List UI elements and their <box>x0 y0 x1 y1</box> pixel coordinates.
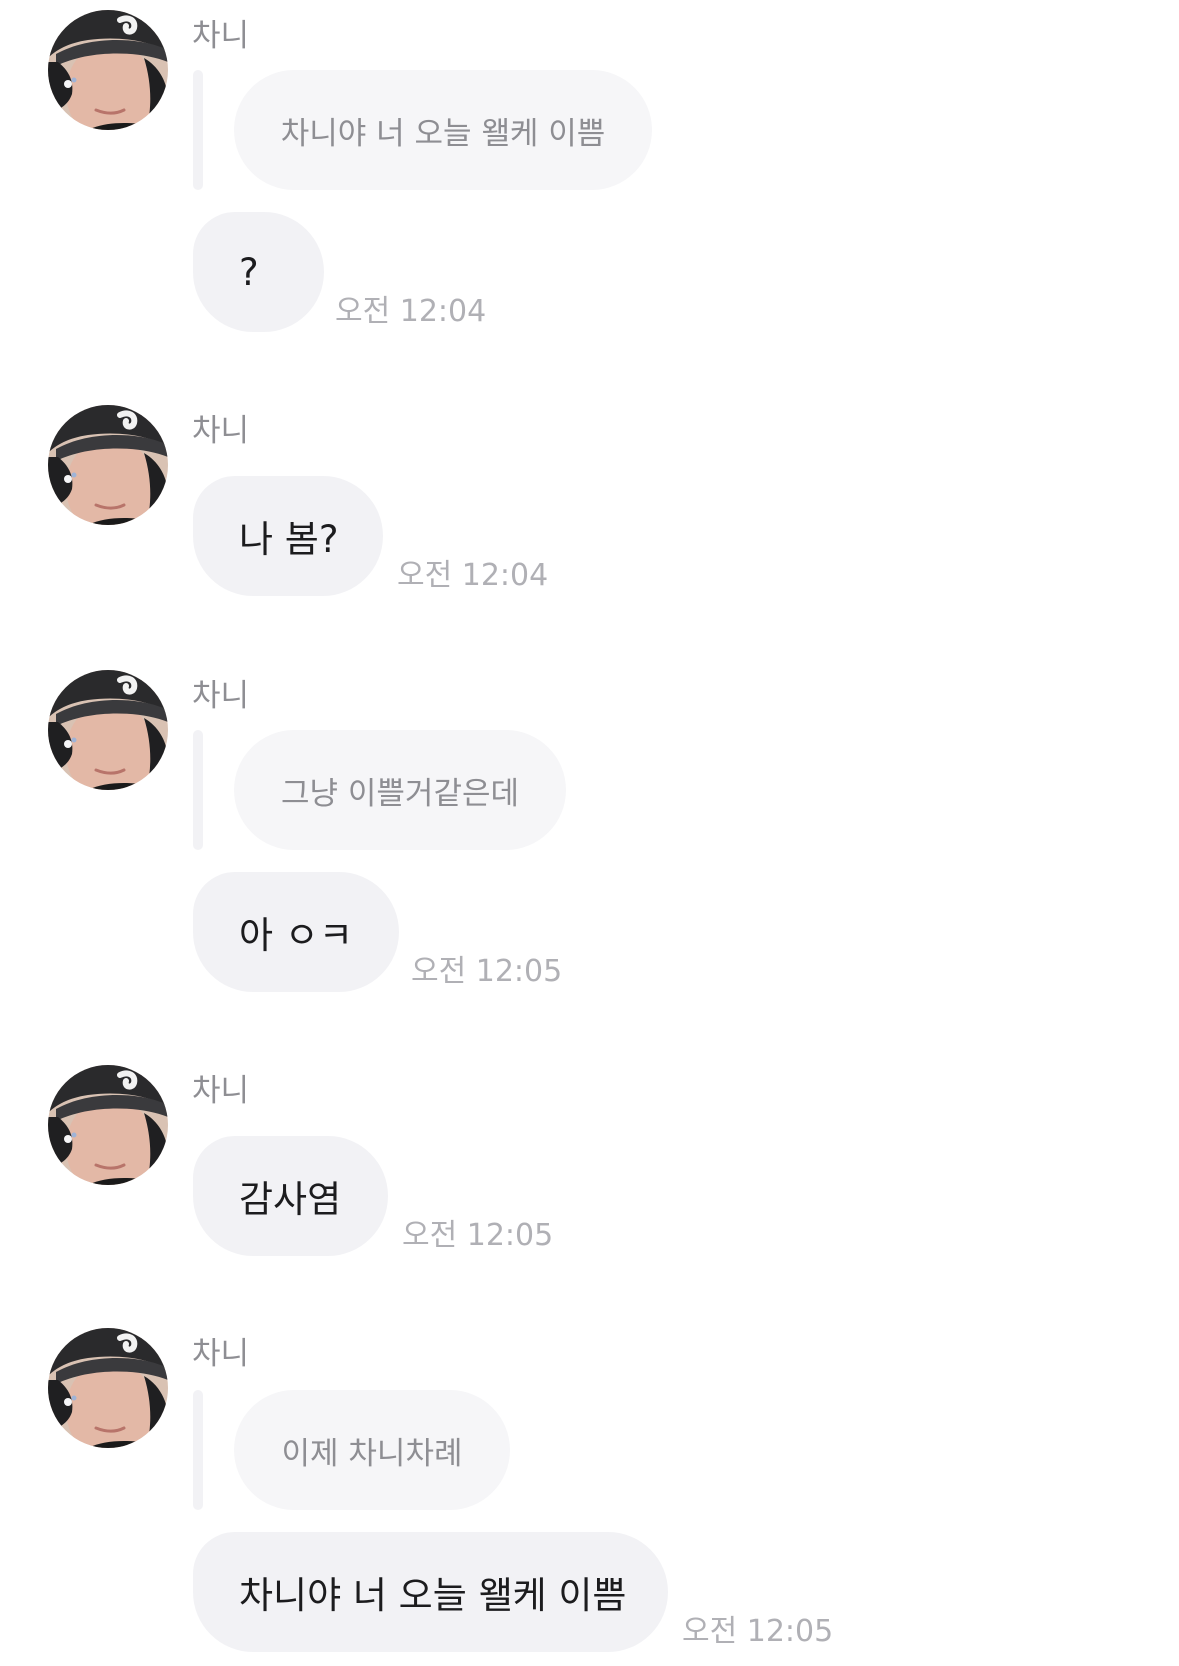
sender-name: 차니 <box>192 1073 250 1109</box>
avatar[interactable] <box>48 405 168 525</box>
message-bubble[interactable]: 차니야 너 오늘 왤케 이쁨 <box>193 1532 668 1652</box>
sender-name: 차니 <box>192 678 250 714</box>
reply-indicator <box>193 1390 203 1510</box>
reply-indicator <box>193 70 203 190</box>
message-bubble[interactable]: 아 ㅇㅋ <box>193 872 399 992</box>
avatar[interactable] <box>48 1065 168 1185</box>
timestamp: 오전 12:04 <box>397 558 549 593</box>
message-bubble[interactable]: 나 봄? <box>193 476 383 596</box>
avatar[interactable] <box>48 1328 168 1448</box>
reply-quote[interactable]: 차니야 너 오늘 왤케 이쁨 <box>234 70 652 190</box>
reply-indicator <box>193 730 203 850</box>
sender-name: 차니 <box>192 1336 250 1372</box>
sender-name: 차니 <box>192 18 250 54</box>
timestamp: 오전 12:05 <box>682 1614 834 1649</box>
sender-name: 차니 <box>192 413 250 449</box>
message-bubble[interactable]: 감사염 <box>193 1136 388 1256</box>
message-bubble[interactable]: ? <box>193 212 324 332</box>
reply-quote[interactable]: 그냥 이쁠거같은데 <box>234 730 566 850</box>
timestamp: 오전 12:04 <box>335 294 487 329</box>
avatar[interactable] <box>48 10 168 130</box>
avatar[interactable] <box>48 670 168 790</box>
reply-quote[interactable]: 이제 차니차례 <box>234 1390 510 1510</box>
timestamp: 오전 12:05 <box>411 954 563 989</box>
timestamp: 오전 12:05 <box>402 1218 554 1253</box>
